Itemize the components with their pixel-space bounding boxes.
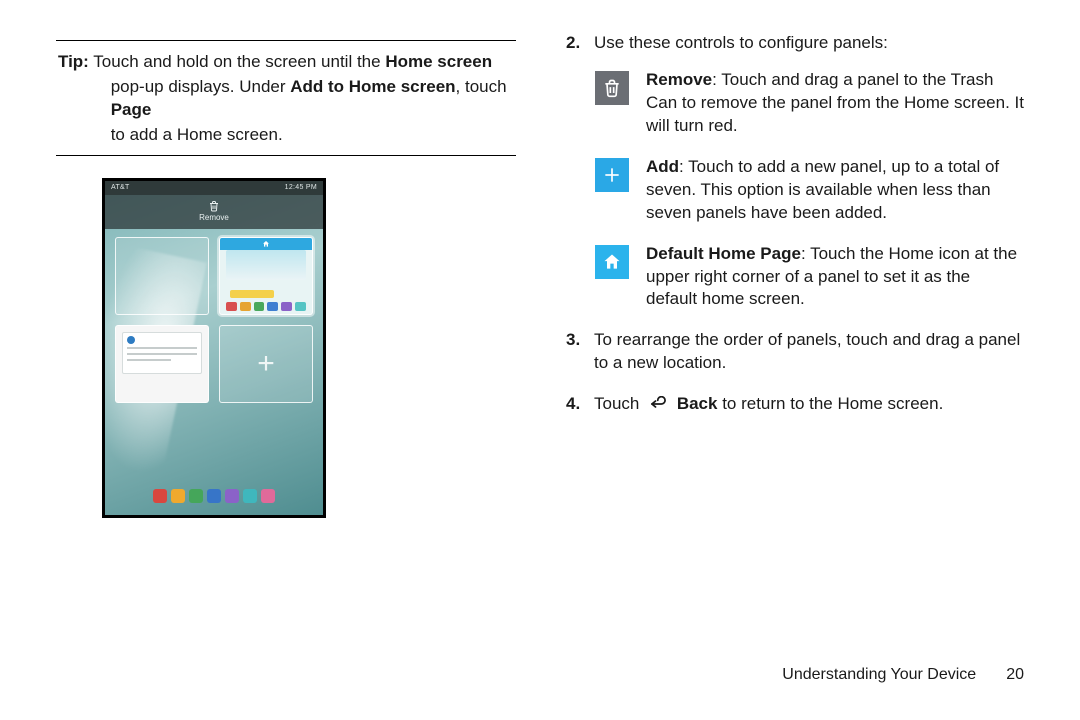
step-3-number: 3. xyxy=(566,329,580,352)
home-icon xyxy=(595,245,629,279)
rule-bottom xyxy=(56,155,516,156)
plus-icon: + xyxy=(220,326,312,402)
tip-line2a: pop-up displays. Under xyxy=(111,77,291,96)
device-screenshot: AT&T 12:45 PM Remove xyxy=(102,178,326,518)
tip-line2d: Page xyxy=(111,100,152,119)
device-statusbar: AT&T 12:45 PM xyxy=(105,181,323,195)
control-home: Default Home Page: Touch the Home icon a… xyxy=(594,243,1024,312)
control-home-label: Default Home Page xyxy=(646,244,801,263)
control-add: Add: Touch to add a new panel, up to a t… xyxy=(594,156,1024,225)
device-panel-widget xyxy=(115,325,209,403)
step-4: 4. Touch Back to return to the Home scre… xyxy=(594,393,1024,419)
device-panel-empty xyxy=(115,237,209,315)
device-time: 12:45 PM xyxy=(285,183,317,192)
device-panel-home xyxy=(219,237,313,315)
device-remove-bar: Remove xyxy=(105,195,323,229)
tip-label: Tip: xyxy=(58,52,89,71)
footer-page-number: 20 xyxy=(1006,664,1024,686)
device-panel-add: + xyxy=(219,325,313,403)
tip-line3: to add a Home screen. xyxy=(111,125,283,144)
step-3: 3. To rearrange the order of panels, tou… xyxy=(594,329,1024,375)
step-4-number: 4. xyxy=(566,393,580,416)
tip-line2c: , touch xyxy=(456,77,507,96)
device-remove-label: Remove xyxy=(199,213,229,224)
control-add-label: Add xyxy=(646,157,679,176)
trash-icon xyxy=(208,200,220,212)
device-carrier: AT&T xyxy=(111,183,130,192)
footer-section: Understanding Your Device xyxy=(782,664,976,686)
device-dock xyxy=(115,489,313,505)
trash-icon xyxy=(595,71,629,105)
control-add-text: : Touch to add a new panel, up to a tota… xyxy=(646,157,999,222)
page-footer: Understanding Your Device 20 xyxy=(782,664,1024,686)
step-2-text: Use these controls to configure panels: xyxy=(594,33,888,52)
step-4-c: to return to the Home screen. xyxy=(717,394,943,413)
step-2: 2. Use these controls to configure panel… xyxy=(594,32,1024,311)
tip-line1a: Touch and hold on the screen until the xyxy=(93,52,385,71)
step-2-number: 2. xyxy=(566,32,580,55)
control-remove-label: Remove xyxy=(646,70,712,89)
rule-top xyxy=(56,40,516,41)
home-icon xyxy=(262,240,270,248)
tip-line2b: Add to Home screen xyxy=(290,77,455,96)
step-4-a: Touch xyxy=(594,394,644,413)
step-3-text: To rearrange the order of panels, touch … xyxy=(594,330,1020,372)
tip-block: Tip: Touch and hold on the screen until … xyxy=(56,51,516,147)
plus-icon xyxy=(595,158,629,192)
tip-line1b: Home screen xyxy=(385,52,492,71)
step-4-back-label: Back xyxy=(677,394,718,413)
back-icon xyxy=(646,396,668,419)
control-remove: Remove: Touch and drag a panel to the Tr… xyxy=(594,69,1024,138)
